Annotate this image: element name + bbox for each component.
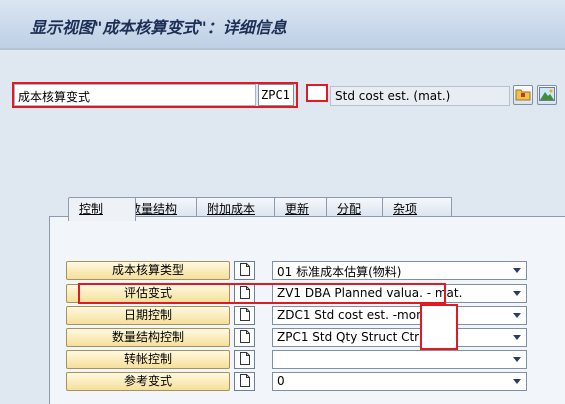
chevron-down-icon: [513, 379, 521, 384]
highlight-box-valuation-row: [78, 283, 446, 304]
chevron-down-icon: [513, 335, 521, 340]
page-icon: [239, 262, 250, 279]
page-icon: [239, 373, 250, 390]
date-control-button[interactable]: 日期控制: [66, 306, 230, 325]
costing-type-detail-button[interactable]: [234, 261, 255, 280]
transfer-control-dropdown[interactable]: [272, 350, 527, 369]
page-icon: [239, 329, 250, 346]
costing-variant-description: Std cost est. (mat.): [330, 86, 510, 106]
reference-variant-detail-button[interactable]: [234, 372, 255, 391]
folder-button[interactable]: [513, 85, 533, 105]
costing-type-dropdown[interactable]: 01 标准成本估算(物料): [272, 261, 527, 280]
qty-struct-control-button[interactable]: 数量结构控制: [66, 328, 230, 347]
costing-type-button[interactable]: 成本核算类型: [66, 261, 230, 280]
title-divider: [0, 48, 565, 50]
highlight-box-masked: [420, 304, 458, 350]
qty-struct-control-dropdown[interactable]: ZPC1 Std Qty Struct Ctrl (: [272, 328, 527, 347]
highlight-box-small: [306, 84, 328, 102]
chevron-down-icon: [513, 291, 521, 296]
transfer-control-button[interactable]: 转帐控制: [66, 350, 230, 369]
page-icon: [239, 351, 250, 368]
highlight-box-header: [12, 82, 298, 108]
screen-title: 显示视图"成本核算变式"：详细信息: [30, 18, 287, 37]
chevron-down-icon: [513, 268, 521, 273]
chevron-down-icon: [513, 313, 521, 318]
date-control-detail-button[interactable]: [234, 306, 255, 325]
folder-icon: [515, 87, 531, 104]
reference-variant-dropdown[interactable]: 0: [272, 372, 527, 391]
mountain-image-icon: [539, 86, 555, 104]
page-icon: [239, 307, 250, 324]
tab-control[interactable]: 控制: [68, 197, 136, 221]
image-button[interactable]: [537, 85, 557, 105]
qty-struct-control-detail-button[interactable]: [234, 328, 255, 347]
chevron-down-icon: [513, 357, 521, 362]
reference-variant-button[interactable]: 参考变式: [66, 372, 230, 391]
transfer-control-detail-button[interactable]: [234, 350, 255, 369]
date-control-dropdown[interactable]: ZDC1 Std cost est. -month: [272, 306, 527, 325]
